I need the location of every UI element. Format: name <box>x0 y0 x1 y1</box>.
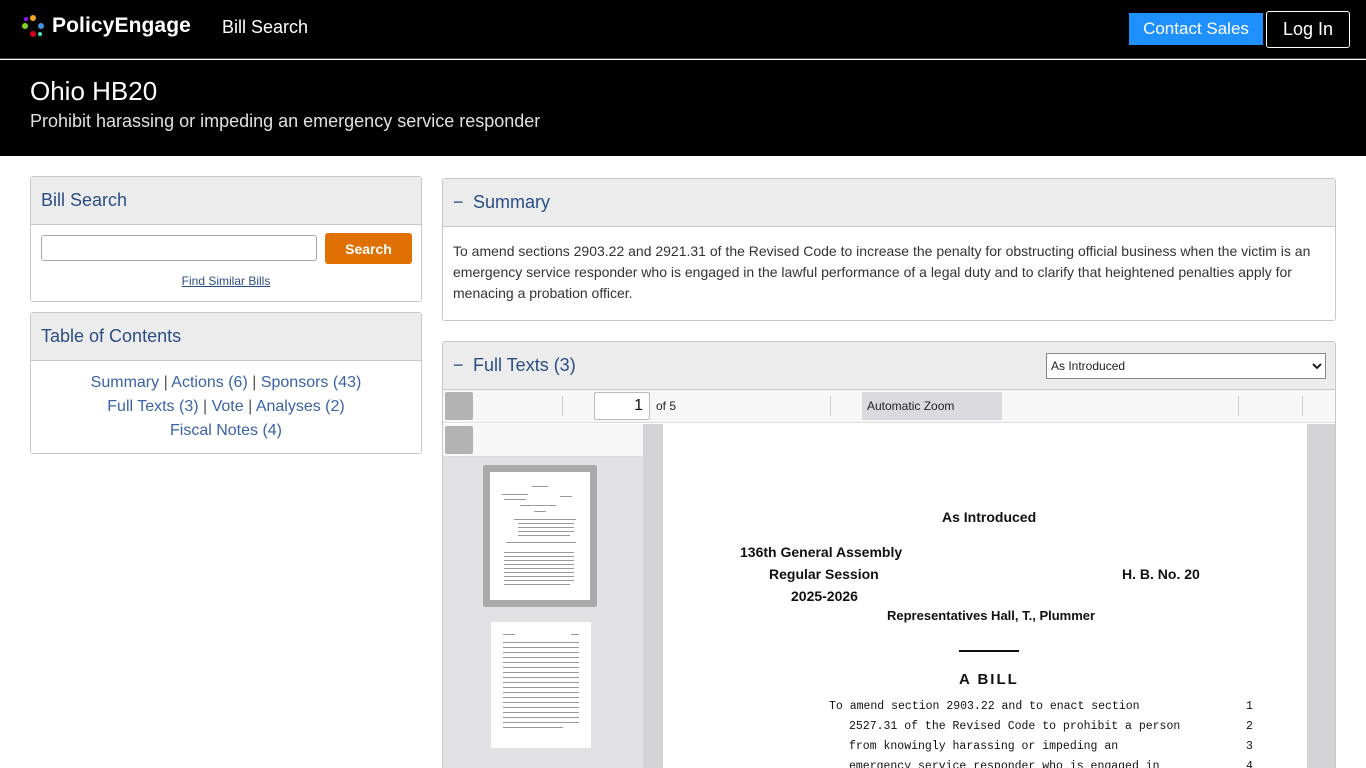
toc-separator: | <box>163 374 168 391</box>
find-similar-bills-link[interactable]: Find Similar Bills <box>31 274 421 288</box>
search-button[interactable]: Search <box>325 233 412 264</box>
doc-a-bill: A BILL <box>959 671 1019 688</box>
page-1-thumbnail <box>490 472 590 600</box>
doc-line: from knowingly harassing or impeding an <box>849 740 1119 753</box>
toc-link-full-texts[interactable]: Full Texts (3) <box>107 398 198 415</box>
top-nav: PolicyEngage Bill Search Contact Sales L… <box>0 0 1366 59</box>
page-thumbnail-selected[interactable] <box>483 465 597 607</box>
full-texts-panel: −Full Texts (3) As Introduced of 5 Autom… <box>442 341 1336 768</box>
bill-search-panel: Bill Search Search Find Similar Bills <box>30 176 422 302</box>
collapse-icon[interactable]: − <box>453 342 473 389</box>
nav-bill-search-link[interactable]: Bill Search <box>222 17 308 38</box>
bill-search-input[interactable] <box>41 235 317 261</box>
zoom-select[interactable]: Automatic Zoom <box>862 392 1002 420</box>
toc-link-summary[interactable]: Summary <box>91 374 159 391</box>
doc-line-number: 1 <box>1246 700 1253 713</box>
thumbnail-view-icon[interactable] <box>445 426 473 454</box>
summary-panel: − Summary To amend sections 2903.22 and 2… <box>442 178 1336 321</box>
summary-text: To amend sections 2903.22 and 2921.31 of… <box>453 243 1311 301</box>
page-count: of 5 <box>656 399 677 413</box>
thumbnail-sidebar <box>443 424 643 768</box>
brand-logo[interactable]: PolicyEngage <box>22 14 191 38</box>
summary-heading: Summary <box>473 192 551 212</box>
sidebar-toggle-icon[interactable] <box>445 392 473 420</box>
pdf-toolbar: of 5 Automatic Zoom <box>443 390 1335 423</box>
table-of-contents-panel: Table of Contents Summary | Actions (6) … <box>30 312 422 454</box>
doc-line: 2527.31 of the Revised Code to prohibit … <box>849 720 1181 733</box>
doc-sponsors: Representatives Hall, T., Plummer <box>887 608 1096 623</box>
toc-link-actions[interactable]: Actions (6) <box>171 374 247 391</box>
doc-line: To amend section 2903.22 and to enact se… <box>829 700 1140 713</box>
pdf-page: As Introduced 136th General Assembly Reg… <box>663 424 1307 768</box>
toc-link-analyses[interactable]: Analyses (2) <box>256 398 345 415</box>
toc-separator: | <box>248 398 253 415</box>
doc-line-number: 4 <box>1246 760 1253 768</box>
page-2-thumbnail[interactable] <box>491 622 591 748</box>
doc-line-number: 2 <box>1246 720 1253 733</box>
toc-link-fiscal-notes[interactable]: Fiscal Notes (4) <box>170 422 282 439</box>
toolbar-divider <box>1302 396 1303 416</box>
toc-heading: Table of Contents <box>31 313 421 361</box>
full-texts-header[interactable]: − Full Texts (3) As Introduced <box>443 342 1335 390</box>
doc-years: 2025-2026 <box>791 588 858 604</box>
toc-link-vote[interactable]: Vote <box>212 398 244 415</box>
bill-title: Ohio HB20 <box>30 76 158 106</box>
doc-status: As Introduced <box>942 509 1037 525</box>
collapse-icon[interactable]: − <box>453 179 473 226</box>
bill-header: Ohio HB20 Prohibit harassing or impeding… <box>0 60 1366 156</box>
doc-rule <box>959 650 1019 652</box>
contact-sales-button[interactable]: Contact Sales <box>1129 13 1263 45</box>
toc-separator: | <box>252 374 257 391</box>
doc-line-number: 3 <box>1246 740 1253 753</box>
toolbar-divider <box>562 396 563 416</box>
logo-dots-icon <box>22 15 44 37</box>
bill-search-heading: Bill Search <box>31 177 421 225</box>
doc-session: Regular Session <box>769 566 879 582</box>
text-version-select[interactable]: As Introduced <box>1046 353 1326 379</box>
doc-assembly: 136th General Assembly <box>740 544 903 560</box>
bill-subtitle: Prohibit harassing or impeding an emerge… <box>30 111 541 131</box>
toolbar-divider <box>1238 396 1239 416</box>
log-in-button[interactable]: Log In <box>1266 11 1350 48</box>
sidebar-toolbar <box>443 424 643 457</box>
toc-separator: | <box>203 398 208 415</box>
document-scrollbar[interactable] <box>1307 424 1335 768</box>
toolbar-divider <box>830 396 831 416</box>
pdf-document-view[interactable]: As Introduced 136th General Assembly Reg… <box>643 424 1335 768</box>
brand-name: PolicyEngage <box>52 14 191 37</box>
full-texts-heading: Full Texts (3) <box>473 355 576 375</box>
doc-bill-number: H. B. No. 20 <box>1122 566 1200 582</box>
summary-header[interactable]: − Summary <box>443 179 1335 227</box>
page-number-input[interactable] <box>594 392 650 420</box>
toc-link-sponsors[interactable]: Sponsors (43) <box>261 374 362 391</box>
toc-links: Summary | Actions (6) | Sponsors (43) Fu… <box>31 361 421 443</box>
doc-line: emergency service responder who is engag… <box>849 760 1160 768</box>
